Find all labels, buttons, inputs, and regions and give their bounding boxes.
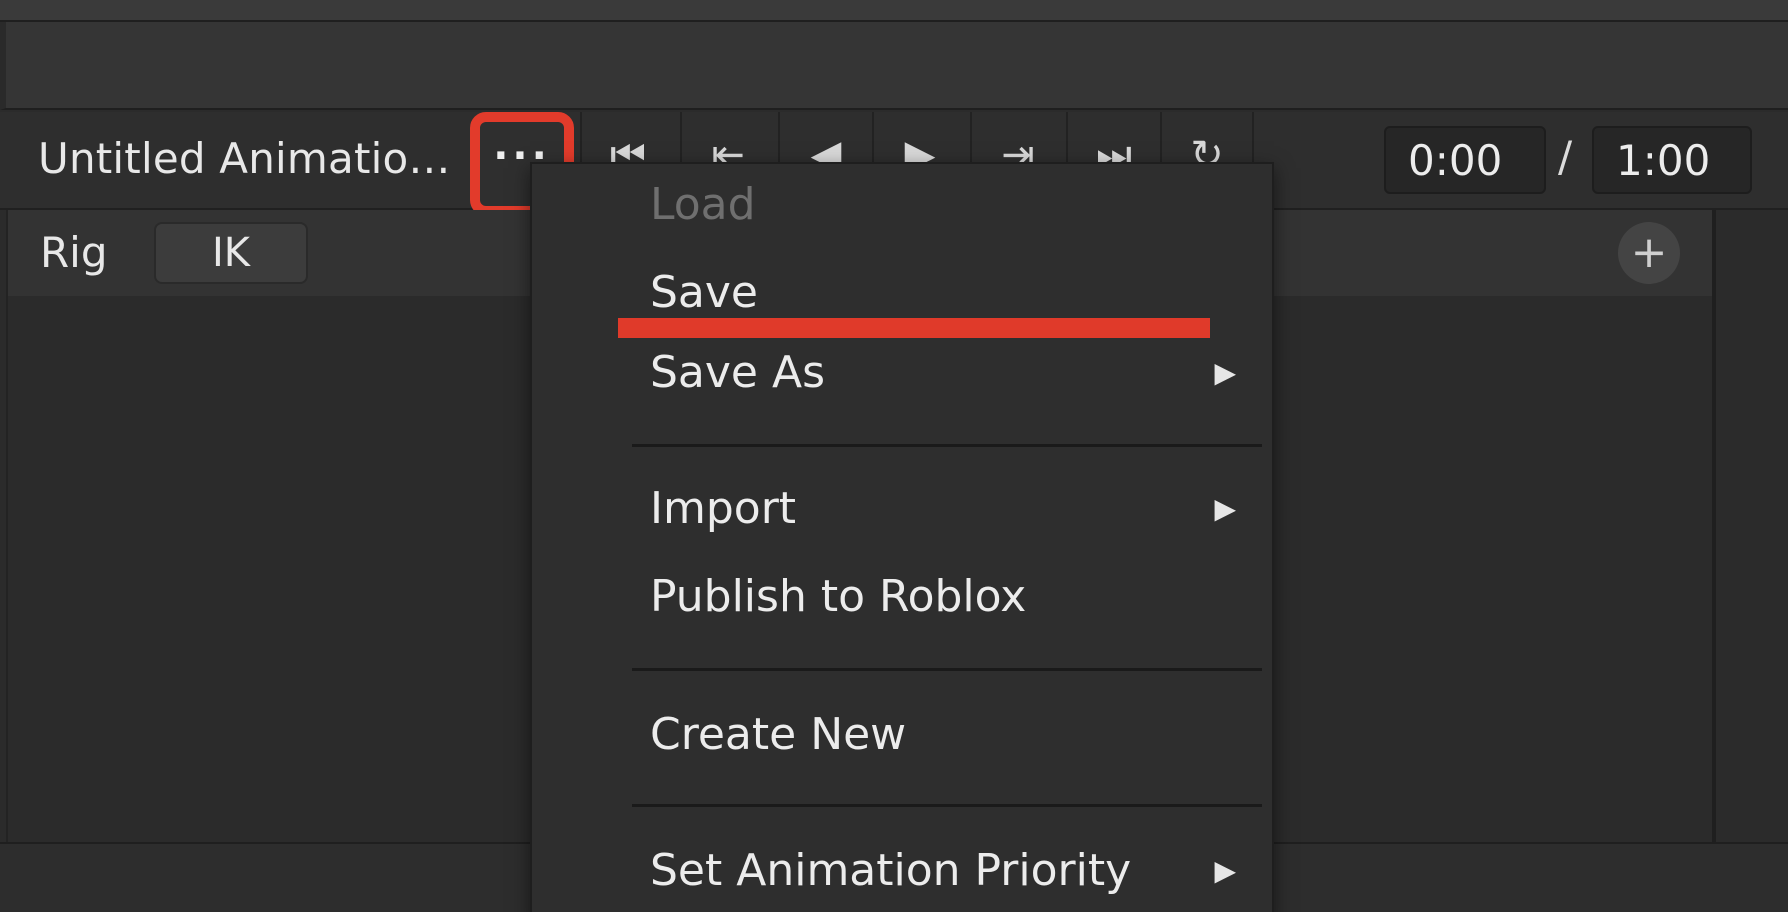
- menu-item-label: Import: [650, 482, 797, 534]
- time-separator: /: [1558, 132, 1573, 181]
- current-time-input[interactable]: 0:00: [1384, 126, 1546, 194]
- top-title-strip: [0, 0, 1788, 22]
- ik-button[interactable]: IK: [154, 222, 308, 284]
- upper-panel-strip: [0, 22, 1788, 110]
- menu-item-import[interactable]: Import ▶: [532, 468, 1272, 548]
- menu-item-create-new[interactable]: Create New: [532, 694, 1272, 774]
- submenu-arrow-icon: ▶: [1214, 491, 1236, 525]
- menu-item-label: Save As: [650, 346, 826, 398]
- animation-editor: Untitled Animatio… ··· ⏮ ⇤ ◀ ▶ ⇥ ⏭ ↻ 0:0…: [0, 0, 1788, 912]
- menu-item-label: Load: [650, 178, 756, 230]
- submenu-arrow-icon: ▶: [1214, 853, 1236, 887]
- menu-item-label: Publish to Roblox: [650, 570, 1027, 622]
- plus-icon: +: [1630, 227, 1668, 278]
- menu-separator: [632, 444, 1262, 447]
- animation-title[interactable]: Untitled Animatio…: [38, 134, 451, 183]
- menu-item-save-as[interactable]: Save As ▶: [532, 332, 1272, 412]
- add-track-button[interactable]: +: [1618, 222, 1680, 284]
- total-time-input[interactable]: 1:00: [1592, 126, 1752, 194]
- menu-item-label: Save: [650, 266, 759, 318]
- menu-item-load: Load: [532, 164, 1272, 244]
- menu-item-label: Set Animation Priority: [650, 844, 1132, 896]
- panel-divider[interactable]: [1712, 210, 1716, 912]
- menu-separator: [632, 804, 1262, 807]
- menu-item-publish-to-roblox[interactable]: Publish to Roblox: [532, 556, 1272, 636]
- menu-item-set-animation-priority[interactable]: Set Animation Priority ▶: [532, 830, 1272, 910]
- rig-label: Rig: [40, 228, 108, 277]
- more-options-menu: Load Save Save As ▶ Import ▶ Publish to …: [530, 162, 1274, 912]
- menu-separator: [632, 668, 1262, 671]
- menu-item-label: Create New: [650, 708, 907, 760]
- submenu-arrow-icon: ▶: [1214, 355, 1236, 389]
